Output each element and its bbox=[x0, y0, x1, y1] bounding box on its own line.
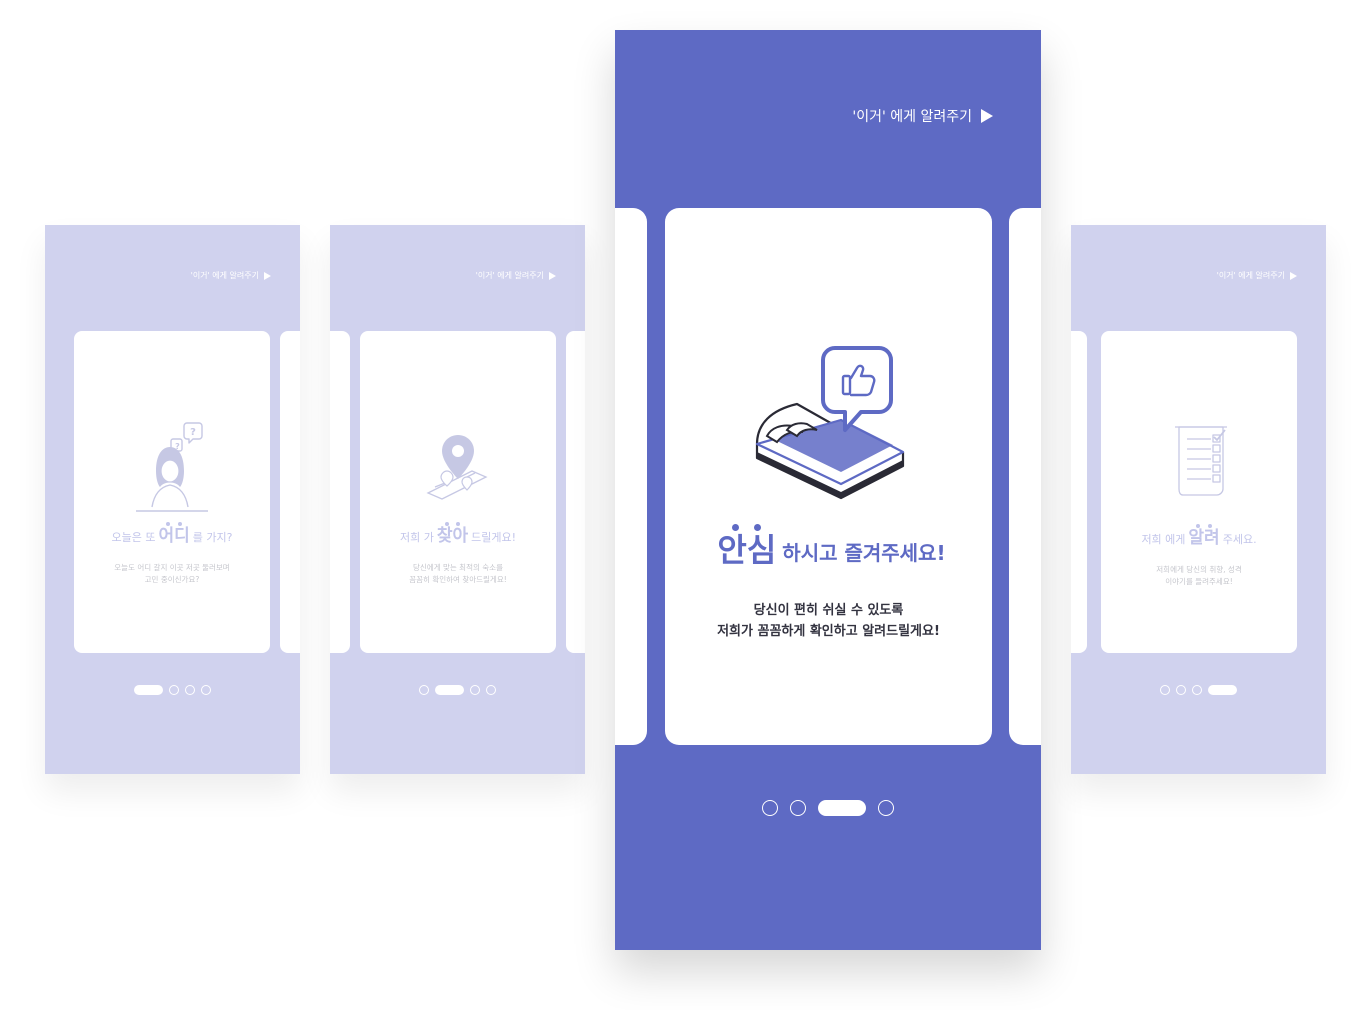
page-indicator[interactable] bbox=[1071, 685, 1326, 695]
play-icon bbox=[981, 109, 993, 123]
page-dot-1[interactable] bbox=[1160, 685, 1170, 695]
onboarding-card: ? ? 오늘은 또 어디 를 가지? 오늘도 어디 갈지 이곳 저곳 둘러보며 … bbox=[74, 331, 270, 653]
headline-emphasis: 찾아 bbox=[437, 522, 468, 545]
page-indicator[interactable] bbox=[45, 685, 300, 695]
card-headline: 오늘은 또 어디 를 가지? bbox=[74, 522, 270, 545]
headline-suffix: 하시고 즐겨주세요! bbox=[782, 541, 946, 565]
tell-button[interactable]: '이거' 에게 알려주기 bbox=[852, 106, 993, 126]
play-icon bbox=[264, 271, 271, 280]
page-dot-2[interactable] bbox=[1176, 685, 1186, 695]
page-dot-3[interactable] bbox=[470, 685, 480, 695]
page-dot-2[interactable] bbox=[435, 685, 464, 695]
page-dot-1[interactable] bbox=[762, 800, 778, 816]
onboarding-screen-2: '이거' 에게 알려주기 저희 가 찾아 드릴게요! 당신에게 맞는 최적의 숙… bbox=[330, 225, 585, 774]
tell-button[interactable]: '이거' 에게 알려주기 bbox=[476, 270, 556, 281]
page-dot-4[interactable] bbox=[486, 685, 496, 695]
page-indicator[interactable] bbox=[330, 685, 585, 695]
card-headline: 안심 하시고 즐겨주세요! bbox=[665, 524, 992, 566]
onboarding-card: 저희 에게 알려 주세요. 저희에게 당신의 취향, 성격 이야기를 들려주세요… bbox=[1101, 331, 1297, 653]
card-description: 오늘도 어디 갈지 이곳 저곳 둘러보며 고민 중이신가요? bbox=[114, 563, 230, 584]
prev-card-peek[interactable] bbox=[615, 208, 647, 745]
page-dot-2[interactable] bbox=[790, 800, 806, 816]
headline-prefix: 저희 가 bbox=[399, 531, 434, 544]
headline-suffix: 를 가지? bbox=[192, 531, 233, 544]
headline-suffix: 드릴게요! bbox=[471, 531, 517, 544]
play-icon bbox=[549, 271, 556, 280]
card-headline: 저희 가 찾아 드릴게요! bbox=[360, 522, 556, 545]
prev-card-peek[interactable] bbox=[330, 331, 350, 653]
next-card-peek[interactable] bbox=[1009, 208, 1041, 745]
onboarding-card: 안심 하시고 즐겨주세요! 당신이 편히 쉬실 수 있도록 저희가 꼼꼼하게 확… bbox=[665, 208, 992, 745]
play-icon bbox=[1290, 271, 1297, 280]
page-dot-2[interactable] bbox=[169, 685, 179, 695]
svg-text:?: ? bbox=[190, 427, 196, 438]
page-dot-4[interactable] bbox=[201, 685, 211, 695]
card-description: 당신에게 맞는 최적의 숙소를 꼼꼼히 확인하여 찾아드릴게요! bbox=[409, 563, 507, 584]
next-card-peek[interactable] bbox=[280, 331, 300, 653]
page-dot-3[interactable] bbox=[818, 800, 866, 816]
page-dot-1[interactable] bbox=[419, 685, 429, 695]
tell-button-label: '이거' 에게 알려주기 bbox=[190, 271, 259, 280]
prev-card-peek[interactable] bbox=[1071, 331, 1087, 653]
headline-prefix: 저희 에게 bbox=[1141, 533, 1186, 546]
page-dot-3[interactable] bbox=[1192, 685, 1202, 695]
headline-prefix: 오늘은 또 bbox=[111, 531, 156, 544]
card-description: 저희에게 당신의 취향, 성격 이야기를 들려주세요! bbox=[1156, 565, 1242, 586]
onboarding-screen-3: '이거' 에게 알려주기 안심 하시고 즐겨주세요! 당신이 편히 쉬실 수 있… bbox=[615, 30, 1041, 950]
headline-emphasis: 어디 bbox=[159, 522, 190, 545]
tell-button[interactable]: '이거' 에게 알려주기 bbox=[191, 270, 271, 281]
headline-suffix: 주세요. bbox=[1222, 533, 1257, 546]
card-headline: 저희 에게 알려 주세요. bbox=[1101, 524, 1297, 547]
map-pin-icon bbox=[426, 435, 488, 500]
page-dot-4[interactable] bbox=[1208, 685, 1237, 695]
page-indicator[interactable] bbox=[615, 800, 1041, 816]
headline-emphasis: 안심 bbox=[717, 524, 776, 566]
girl-question-icon: ? ? bbox=[136, 422, 208, 512]
card-description: 당신이 편히 쉬실 수 있도록 저희가 꼼꼼하게 확인하고 알려드릴게요! bbox=[717, 603, 940, 639]
checklist-icon bbox=[1175, 426, 1227, 496]
page-dot-4[interactable] bbox=[878, 800, 894, 816]
tell-button-label: '이거' 에게 알려주기 bbox=[1216, 271, 1285, 280]
page-dot-3[interactable] bbox=[185, 685, 195, 695]
onboarding-screen-4: '이거' 에게 알려주기 저희 에게 알려 주세요. 저희에게 당신의 취향, … bbox=[1071, 225, 1326, 774]
onboarding-card: 저희 가 찾아 드릴게요! 당신에게 맞는 최적의 숙소를 꼼꼼히 확인하여 찾… bbox=[360, 331, 556, 653]
onboarding-screen-1: '이거' 에게 알려주기 ? ? 오늘은 또 어디 를 가지? 오늘도 어디 갈… bbox=[45, 225, 300, 774]
headline-emphasis: 알려 bbox=[1188, 524, 1220, 547]
tell-button[interactable]: '이거' 에게 알려주기 bbox=[1217, 270, 1297, 281]
next-card-peek[interactable] bbox=[566, 331, 585, 653]
tell-button-label: '이거' 에게 알려주기 bbox=[852, 109, 972, 125]
svg-text:?: ? bbox=[175, 442, 180, 451]
bed-thumbs-up-icon bbox=[755, 346, 905, 500]
page-dot-1[interactable] bbox=[134, 685, 163, 695]
tell-button-label: '이거' 에게 알려주기 bbox=[475, 271, 544, 280]
